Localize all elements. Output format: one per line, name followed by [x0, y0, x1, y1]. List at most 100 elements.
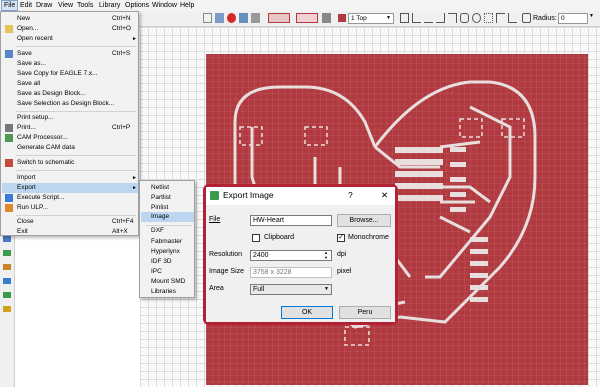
- menu-item-label: Save: [17, 50, 32, 57]
- drc-icon[interactable]: [268, 13, 290, 23]
- corner-icon[interactable]: [522, 13, 531, 23]
- export-item-ipc[interactable]: IPC: [141, 267, 194, 277]
- menu-view[interactable]: View: [56, 0, 75, 11]
- menu-tools[interactable]: Tools: [75, 0, 95, 11]
- radius-input[interactable]: 0: [558, 13, 588, 24]
- browse-button[interactable]: Browse...: [337, 214, 391, 227]
- bend-style-9-icon[interactable]: [496, 13, 505, 23]
- layer-select[interactable]: 1 Top ▼: [348, 13, 394, 24]
- help-icon[interactable]: ?: [348, 187, 353, 204]
- menu-item-cam-processor[interactable]: CAM Processor...: [2, 133, 138, 143]
- bend-style-5-icon[interactable]: [448, 13, 457, 23]
- menu-item-label: Print setup...: [17, 114, 54, 121]
- menu-item-save[interactable]: Save Ctrl+S: [2, 49, 138, 59]
- monochrome-checkbox[interactable]: ✓: [337, 234, 345, 242]
- info-icon[interactable]: [251, 13, 260, 23]
- schematic-icon: [5, 159, 13, 167]
- menu-item-run-ulp[interactable]: Run ULP...: [2, 203, 138, 213]
- dialog-titlebar[interactable]: Export Image ? ✕: [206, 187, 395, 204]
- menu-draw[interactable]: Draw: [34, 0, 54, 11]
- bend-style-6-icon[interactable]: [460, 13, 469, 23]
- bend-style-10-icon[interactable]: [508, 13, 517, 23]
- export-item-image[interactable]: Image: [141, 212, 194, 222]
- bend-style-2-icon[interactable]: [412, 13, 421, 23]
- ratsnest-icon[interactable]: [3, 292, 11, 298]
- export-item-dxf[interactable]: DXF: [141, 226, 194, 236]
- bend-style-4-icon[interactable]: [436, 13, 445, 23]
- export-item-fabmaster[interactable]: Fabmaster: [141, 237, 194, 247]
- menu-item-save-selection-design-block[interactable]: Save Selection as Design Block...: [2, 99, 138, 109]
- menu-item-save-copy[interactable]: Save Copy for EAGLE 7.x...: [2, 69, 138, 79]
- erc-icon[interactable]: [296, 13, 318, 23]
- menu-item-label: New: [17, 15, 31, 22]
- menu-window[interactable]: Window: [150, 0, 179, 11]
- ripup-icon[interactable]: [3, 250, 11, 256]
- menu-item-save-as[interactable]: Save as...: [2, 59, 138, 69]
- save-icon[interactable]: [215, 13, 224, 23]
- new-icon[interactable]: [203, 13, 212, 23]
- wire-bend-icon[interactable]: [400, 13, 409, 23]
- file-label: File: [209, 216, 221, 223]
- menu-file[interactable]: File: [1, 0, 19, 11]
- menu-separator: [16, 111, 136, 112]
- via-icon[interactable]: [3, 264, 11, 270]
- shortcut-label: Ctrl+O: [112, 25, 131, 32]
- menu-item-export[interactable]: Export ►: [2, 183, 138, 193]
- menu-item-import[interactable]: Import ►: [2, 173, 138, 183]
- menu-item-open-recent[interactable]: Open recent ►: [2, 34, 138, 44]
- cancel-button[interactable]: Peru: [339, 306, 391, 319]
- export-item-hyperlynx[interactable]: Hyperlynx: [141, 247, 194, 257]
- submenu-arrow-icon: ►: [132, 185, 137, 191]
- menu-library[interactable]: Library: [97, 0, 122, 11]
- menu-help[interactable]: Help: [178, 0, 196, 11]
- close-icon[interactable]: ✕: [381, 187, 388, 204]
- bend-style-7-icon[interactable]: [472, 13, 481, 23]
- resolution-input[interactable]: 2400: [250, 250, 332, 261]
- menu-item-label: Switch to schematic: [17, 159, 75, 166]
- menu-item-generate-cam[interactable]: Generate CAM data: [2, 143, 138, 153]
- printer-icon: [5, 124, 13, 132]
- area-select[interactable]: Full ▼: [250, 284, 332, 295]
- stop-icon[interactable]: [227, 13, 236, 23]
- menu-item-label: IPC: [151, 268, 162, 275]
- export-item-idf3d[interactable]: IDF 3D: [141, 257, 194, 267]
- menu-item-label: Exit: [17, 228, 28, 235]
- shortcut-label: Alt+X: [112, 228, 128, 235]
- menu-item-save-design-block[interactable]: Save as Design Block...: [2, 89, 138, 99]
- design-rules-icon[interactable]: [322, 13, 331, 23]
- menu-item-label: DXF: [151, 227, 164, 234]
- menu-item-label: Open recent: [17, 35, 53, 42]
- menu-item-label: Export: [17, 184, 36, 191]
- clipboard-checkbox[interactable]: [252, 234, 260, 242]
- menu-item-print[interactable]: Print... Ctrl+P: [2, 123, 138, 133]
- menu-item-execute-script[interactable]: Execute Script...: [2, 193, 138, 203]
- drc-side-icon[interactable]: [3, 306, 11, 312]
- menu-item-label: Open...: [17, 25, 39, 32]
- polygon-icon[interactable]: [3, 278, 11, 284]
- file-input[interactable]: HW-Heart: [250, 215, 332, 226]
- menu-item-exit[interactable]: Exit Alt+X: [2, 227, 138, 237]
- ulp-icon: [5, 204, 13, 212]
- run-icon[interactable]: [239, 13, 248, 23]
- menu-edit[interactable]: Edit: [18, 0, 34, 11]
- chevron-down-icon[interactable]: ▼: [589, 13, 594, 19]
- export-item-partlist[interactable]: Partlist: [141, 193, 194, 203]
- spin-down-icon[interactable]: ▼: [324, 255, 328, 260]
- menu-separator: [16, 155, 136, 156]
- area-label: Area: [209, 285, 224, 292]
- menu-options[interactable]: Options: [123, 0, 151, 11]
- export-item-netlist[interactable]: Netlist: [141, 183, 194, 193]
- export-item-libraries[interactable]: Libraries: [141, 287, 194, 297]
- menu-item-switch-to-schematic[interactable]: Switch to schematic: [2, 158, 138, 168]
- menu-item-label: Generate CAM data: [17, 144, 75, 151]
- menu-item-label: Save as...: [17, 60, 46, 67]
- menu-item-close[interactable]: Close Ctrl+F4: [2, 217, 138, 227]
- ok-button[interactable]: OK: [281, 306, 333, 319]
- bend-style-3-icon[interactable]: [424, 13, 433, 23]
- menu-item-new[interactable]: New Ctrl+N: [2, 14, 138, 24]
- menu-item-open[interactable]: Open... Ctrl+O: [2, 24, 138, 34]
- menu-item-print-setup[interactable]: Print setup...: [2, 113, 138, 123]
- menu-item-save-all[interactable]: Save all: [2, 79, 138, 89]
- bend-style-8-icon[interactable]: [484, 13, 493, 23]
- export-item-mount-smd[interactable]: Mount SMD: [141, 277, 194, 287]
